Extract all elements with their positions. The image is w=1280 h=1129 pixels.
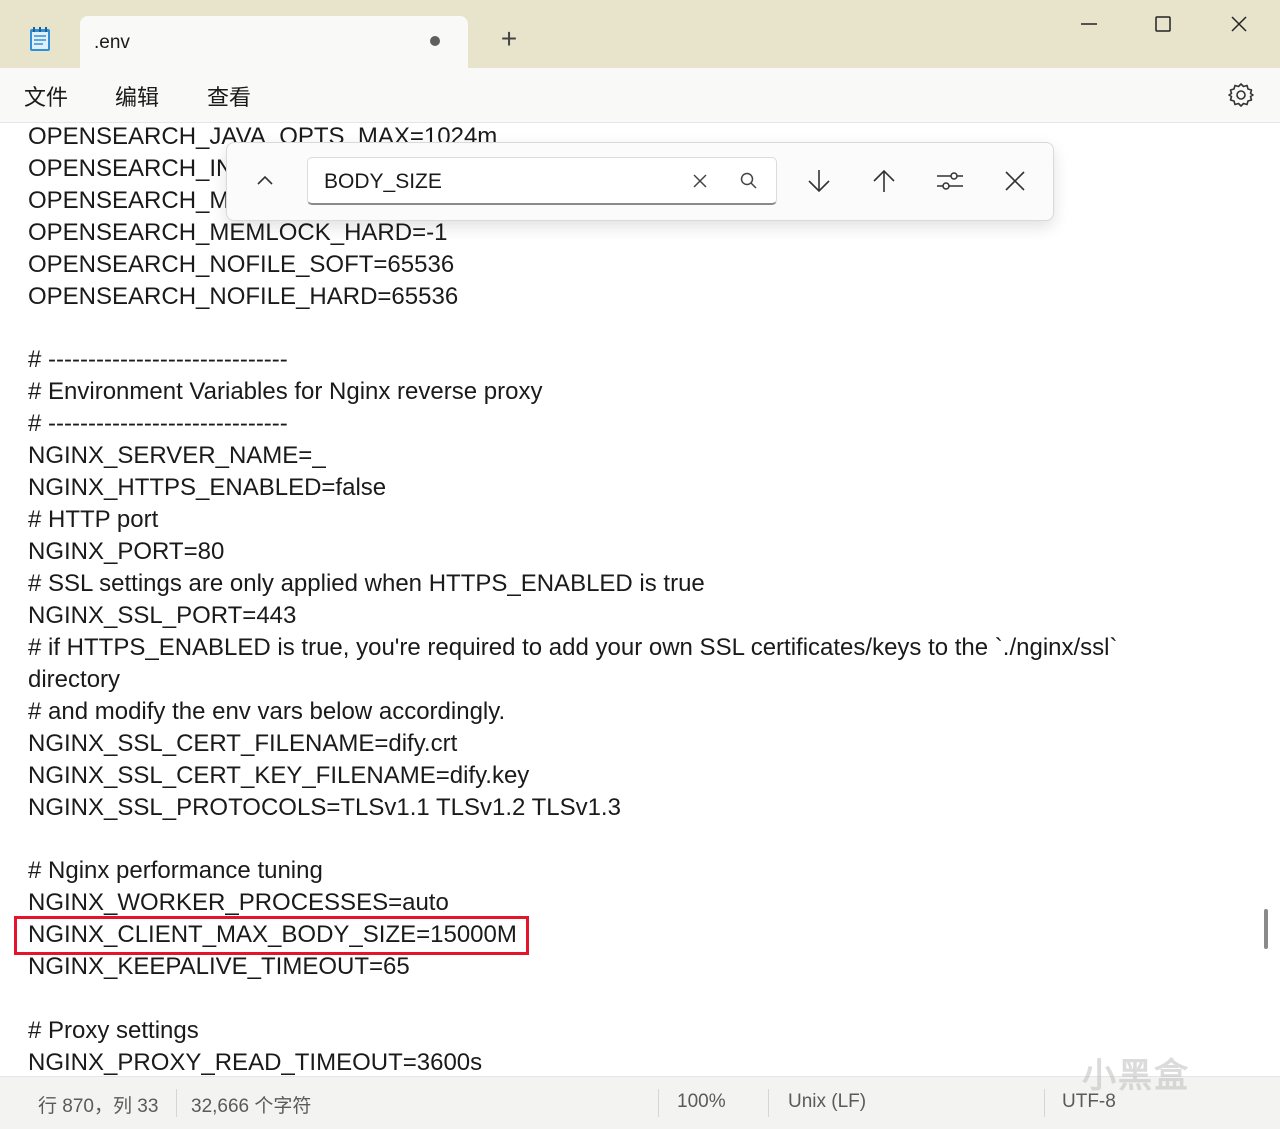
watermark-logo: 小黑盒 (1082, 1057, 1190, 1095)
options-icon (937, 172, 963, 190)
unsaved-dot-icon[interactable] (430, 36, 440, 46)
status-zoom[interactable]: 100% (677, 1091, 726, 1113)
find-next-button[interactable] (801, 163, 837, 199)
editor-line: # ------------------------------ (28, 346, 288, 373)
find-options-button[interactable] (932, 163, 968, 199)
editor-line: # Nginx performance tuning (28, 857, 323, 884)
menu-view[interactable]: 查看 (207, 80, 251, 112)
editor-line: # ------------------------------ (28, 410, 288, 437)
gear-icon[interactable] (1226, 80, 1256, 110)
editor-line: OPENSEARCH_NOFILE_SOFT=65536 (28, 251, 455, 278)
new-tab-button[interactable]: + (494, 24, 524, 54)
search-button[interactable] (731, 163, 767, 199)
editor-line: NGINX_WORKER_PROCESSES=auto (28, 889, 449, 916)
status-line-ending[interactable]: Unix (LF) (788, 1091, 866, 1113)
editor-line: NGINX_SSL_PORT=443 (28, 602, 297, 629)
editor-line: NGINX_SSL_CERT_FILENAME=dify.crt (28, 730, 458, 757)
arrow-up-icon (873, 169, 895, 192)
find-panel: BODY_SIZE (226, 142, 1054, 221)
editor-line: # Proxy settings (28, 1017, 199, 1044)
close-icon (1005, 171, 1025, 191)
editor-line: NGINX_HTTPS_ENABLED=false (28, 474, 387, 501)
editor-line: # Environment Variables for Nginx revers… (28, 378, 543, 405)
minimize-button[interactable] (1066, 6, 1112, 42)
editor-line: NGINX_SERVER_NAME=_ (28, 442, 326, 469)
status-separator (768, 1089, 769, 1117)
editor-line: NGINX_SSL_CERT_KEY_FILENAME=dify.key (28, 762, 530, 789)
maximize-icon (1155, 16, 1171, 32)
find-input[interactable]: BODY_SIZE (307, 157, 777, 205)
editor-line: # SSL settings are only applied when HTT… (28, 570, 705, 597)
maximize-button[interactable] (1140, 6, 1186, 42)
notepad-icon (30, 27, 50, 51)
menu-bar: 文件 编辑 查看 (0, 68, 1280, 123)
status-cursor-position: 行 870，列 33 (38, 1096, 159, 1117)
editor-line: # if HTTPS_ENABLED is true, you're requi… (28, 634, 1118, 661)
notepad-window: .env + 文件 编辑 查看 OPENSEARCH_JAVA_OPTS_MAX… (0, 0, 1280, 1129)
editor-line: NGINX_PORT=80 (28, 538, 225, 565)
editor-line: NGINX_PROXY_READ_TIMEOUT=3600s (28, 1049, 483, 1075)
editor-line: NGINX_KEEPALIVE_TIMEOUT=65 (28, 953, 410, 980)
clear-icon (693, 174, 707, 188)
editor-line: directory (28, 666, 121, 693)
menu-edit[interactable]: 编辑 (115, 80, 159, 112)
toggle-replace-button[interactable] (247, 163, 283, 199)
search-icon (740, 172, 757, 189)
editor-line: # HTTP port (28, 506, 159, 533)
status-separator (658, 1089, 659, 1117)
clear-find-button[interactable] (682, 163, 718, 199)
chevron-up-icon (257, 175, 273, 185)
editor-line: OPENSEARCH_MI (28, 187, 237, 214)
editor-area[interactable]: OPENSEARCH_JAVA_OPTS_MAX=1024m OPENSEARC… (0, 123, 1270, 1075)
highlight-annotation (14, 916, 529, 955)
menu-file[interactable]: 文件 (24, 80, 68, 112)
editor-line: NGINX_SSL_PROTOCOLS=TLSv1.1 TLSv1.2 TLSv… (28, 794, 621, 821)
status-char-count: 32,666 个字符 (191, 1096, 312, 1117)
editor-line: # and modify the env vars below accordin… (28, 698, 506, 725)
tab-env[interactable]: .env (80, 16, 468, 68)
close-icon (1231, 16, 1247, 32)
title-bar: .env + (0, 0, 1280, 68)
editor-line: OPENSEARCH_NOFILE_HARD=65536 (28, 283, 459, 310)
vertical-scrollbar-thumb[interactable] (1264, 909, 1268, 949)
find-previous-button[interactable] (866, 163, 902, 199)
tab-title: .env (94, 32, 130, 53)
close-window-button[interactable] (1216, 6, 1262, 42)
status-separator (1044, 1089, 1045, 1117)
editor-line: OPENSEARCH_IN (28, 155, 234, 182)
arrow-down-icon (808, 170, 830, 193)
minimize-icon (1081, 23, 1097, 25)
status-separator (176, 1089, 177, 1117)
find-input-text: BODY_SIZE (324, 170, 442, 193)
editor-line: OPENSEARCH_MEMLOCK_HARD=-1 (28, 219, 448, 246)
close-find-button[interactable] (997, 163, 1033, 199)
